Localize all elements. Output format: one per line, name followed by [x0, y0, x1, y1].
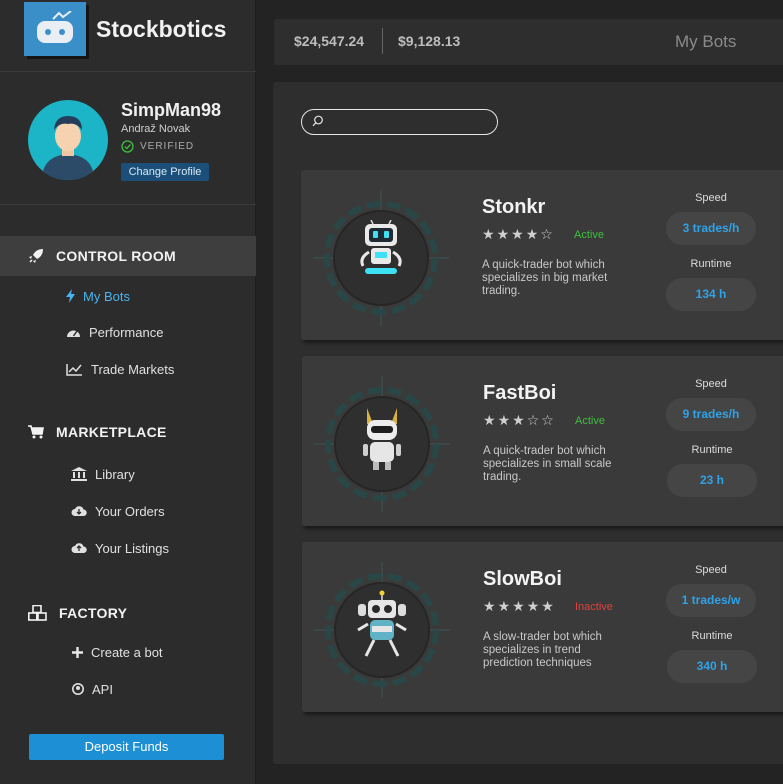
- sidebar-item-label: Performance: [89, 324, 164, 340]
- profile-panel: SimpMan98 Andraž Novak VERIFIED Change P…: [0, 72, 256, 205]
- plus-icon: [72, 646, 83, 658]
- star-filled-icon: ★: [483, 599, 496, 615]
- verified-label: VERIFIED: [140, 141, 195, 152]
- bot-card[interactable]: Stonkr ★ ★ ★ ★ ☆ Active A quick-trader bot w…: [301, 170, 783, 340]
- bot-card[interactable]: FastBoi ★ ★ ★ ☆ ☆ Active A quick-trader bot …: [302, 356, 783, 526]
- robot-stonkr-icon: [360, 220, 402, 274]
- change-profile-button[interactable]: Change Profile: [121, 163, 209, 181]
- check-circle-icon: [121, 140, 134, 153]
- runtime-value: 23 h: [667, 464, 757, 497]
- sidebar-item-label: Your Listings: [95, 540, 169, 556]
- status-badge: Inactive: [575, 601, 613, 613]
- logo[interactable]: Stockbotics: [0, 0, 256, 72]
- star-empty-icon: ☆: [540, 227, 553, 243]
- bot-name: SlowBoi: [483, 568, 562, 590]
- sidebar-item-label: Your Orders: [95, 503, 165, 519]
- search-input[interactable]: [301, 109, 498, 135]
- bot-description: A quick-trader bot which specializes in …: [483, 445, 612, 483]
- speed-label: Speed: [695, 378, 727, 390]
- star-filled-icon: ★: [497, 599, 511, 615]
- header-bar: $24,547.24 $9,128.13 My Bots: [274, 19, 783, 65]
- section-label: MARKETPLACE: [56, 424, 167, 440]
- cart-icon: [28, 425, 44, 439]
- star-filled-icon: ★: [526, 599, 540, 615]
- star-filled-icon: ★: [496, 227, 510, 243]
- app-name: Stockbotics: [96, 16, 227, 42]
- status-badge: Active: [574, 229, 604, 241]
- sidebar-item-label: Library: [95, 466, 135, 482]
- rating-stars: ★ ★ ★ ☆ ☆: [483, 413, 554, 429]
- sidebar-item-your-orders[interactable]: Your Orders: [71, 501, 165, 521]
- bots-panel: Stonkr ★ ★ ★ ★ ☆ Active A quick-trader bot w…: [273, 82, 783, 764]
- section-marketplace[interactable]: MARKETPLACE: [0, 412, 256, 452]
- bot-card[interactable]: SlowBoi ★ ★ ★ ★ ★ Inactive A slow-trader bot…: [302, 542, 783, 712]
- robot-fastboi-icon: [363, 408, 401, 470]
- sidebar: Stockbotics SimpMan98 Andraž Novak VERIF…: [0, 0, 256, 784]
- sidebar-item-create-a-bot[interactable]: Create a bot: [72, 642, 163, 662]
- cloud-upload-icon: [71, 543, 87, 553]
- sidebar-item-your-listings[interactable]: Your Listings: [71, 538, 169, 558]
- sidebar-item-label: My Bots: [83, 288, 130, 304]
- speed-value: 9 trades/h: [666, 398, 756, 431]
- section-label: FACTORY: [59, 605, 128, 621]
- bot-description: A quick-trader bot which specializes in …: [482, 259, 608, 297]
- section-factory[interactable]: FACTORY: [0, 593, 256, 633]
- star-empty-icon: ☆: [541, 413, 554, 429]
- star-empty-icon: ☆: [526, 413, 540, 429]
- star-filled-icon: ★: [483, 413, 496, 429]
- cloud-download-icon: [71, 506, 87, 516]
- github-icon: [72, 683, 84, 695]
- sidebar-item-my-bots[interactable]: My Bots: [66, 286, 130, 306]
- balance-secondary: $9,128.13: [398, 33, 461, 49]
- speed-label: Speed: [695, 192, 727, 204]
- star-filled-icon: ★: [541, 599, 554, 615]
- sidebar-item-library[interactable]: Library: [71, 464, 135, 484]
- runtime-label: Runtime: [690, 258, 732, 270]
- sidebar-item-performance[interactable]: Performance: [66, 322, 163, 342]
- gauge-icon: [67, 330, 80, 337]
- search-icon: [312, 115, 323, 127]
- bot-name: Stonkr: [482, 196, 546, 218]
- sidebar-item-label: Trade Markets: [91, 361, 175, 377]
- sidebar-item-trade-markets[interactable]: Trade Markets: [66, 359, 174, 379]
- star-filled-icon: ★: [511, 227, 524, 243]
- section-label: CONTROL ROOM: [56, 248, 177, 264]
- username: SimpMan98: [121, 100, 222, 120]
- speed-value: 1 trades/w: [666, 584, 756, 617]
- page-title: My Bots: [675, 32, 737, 51]
- speed-label: Speed: [695, 564, 727, 576]
- star-filled-icon: ★: [497, 413, 511, 429]
- robot-logo-icon: [24, 2, 86, 56]
- robot-slowboi-icon: [357, 590, 407, 657]
- rating-stars: ★ ★ ★ ★ ★: [483, 599, 554, 615]
- rocket-icon: [29, 249, 43, 263]
- line-chart-icon: [66, 363, 82, 376]
- runtime-value: 340 h: [667, 650, 757, 683]
- speed-value: 3 trades/h: [666, 212, 756, 245]
- star-filled-icon: ★: [482, 227, 495, 243]
- sidebar-item-label: API: [92, 681, 113, 697]
- sidebar-item-label: Create a bot: [91, 644, 163, 660]
- rating-stars: ★ ★ ★ ★ ☆: [482, 227, 553, 243]
- deposit-funds-button[interactable]: Deposit Funds: [29, 734, 224, 760]
- bolt-icon: [66, 289, 75, 303]
- section-control-room[interactable]: CONTROL ROOM: [0, 236, 256, 276]
- bot-name: FastBoi: [483, 382, 557, 404]
- star-filled-icon: ★: [525, 227, 539, 243]
- bot-description: A slow-trader bot which specializes in t…: [483, 631, 602, 669]
- status-badge: Active: [575, 415, 605, 427]
- sidebar-item-api[interactable]: API: [72, 679, 113, 699]
- cubes-icon: [28, 605, 47, 621]
- verified-badge: VERIFIED: [121, 140, 194, 153]
- star-filled-icon: ★: [512, 599, 525, 615]
- runtime-label: Runtime: [691, 444, 733, 456]
- star-filled-icon: ★: [512, 413, 525, 429]
- real-name: Andraž Novak: [121, 123, 191, 135]
- runtime-label: Runtime: [691, 630, 733, 642]
- balance-primary: $24,547.24: [294, 33, 365, 49]
- runtime-value: 134 h: [666, 278, 756, 311]
- bank-icon: [71, 467, 87, 481]
- avatar[interactable]: [28, 100, 108, 180]
- balance-divider: [382, 28, 383, 54]
